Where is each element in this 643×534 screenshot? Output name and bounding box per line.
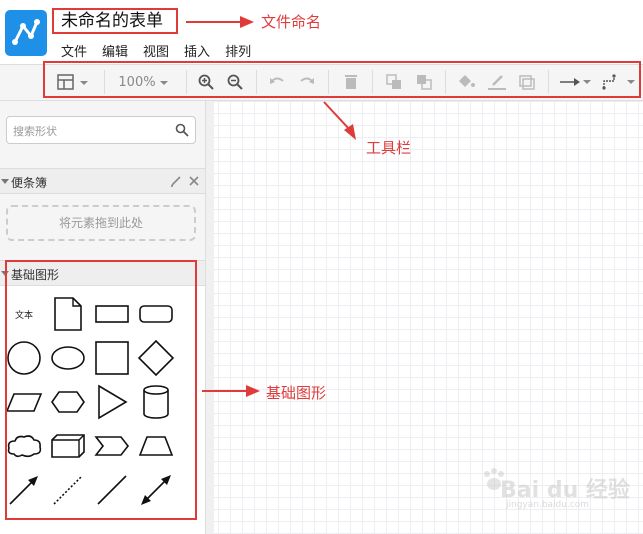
menu-edit[interactable]: 编辑 bbox=[102, 41, 128, 60]
annotation-arrow-filename bbox=[186, 16, 254, 28]
scratchpad-title: 便条簿 bbox=[11, 176, 48, 190]
scratchpad-dropzone[interactable]: 将元素拖到此处 bbox=[6, 205, 196, 241]
annotation-basic-shapes: 基础图形 bbox=[266, 384, 327, 402]
search-placeholder: 搜索形状 bbox=[13, 125, 57, 138]
menu-bar: 文件 编辑 视图 插入 排列 bbox=[61, 41, 266, 60]
menu-insert[interactable]: 插入 bbox=[184, 41, 210, 60]
edit-pencil-icon[interactable] bbox=[170, 175, 182, 187]
chevron-down-icon bbox=[1, 179, 9, 184]
canvas-gutter bbox=[206, 101, 214, 534]
watermark-sub: jingyan.baidu.com bbox=[506, 500, 590, 510]
menu-view[interactable]: 视图 bbox=[143, 41, 169, 60]
watermark: Bai du 经验 jingyan.baidu.com bbox=[480, 458, 640, 518]
annotation-arrow-toolbar bbox=[323, 101, 356, 140]
annotation-arrow-basic-shapes bbox=[202, 385, 260, 397]
annotation-shapes-highlight bbox=[5, 260, 197, 520]
annotation-filename: 文件命名 bbox=[261, 13, 322, 31]
search-input[interactable]: 搜索形状 bbox=[6, 116, 196, 144]
close-icon[interactable] bbox=[188, 175, 200, 187]
annotation-toolbar: 工具栏 bbox=[366, 139, 412, 157]
search-icon bbox=[175, 123, 189, 137]
menu-arrange[interactable]: 排列 bbox=[225, 41, 251, 60]
scratchpad-header[interactable]: 便条簿 bbox=[0, 168, 205, 194]
menu-file[interactable]: 文件 bbox=[61, 41, 87, 60]
document-title[interactable]: 未命名的表单 bbox=[52, 8, 178, 34]
app-logo bbox=[5, 10, 47, 56]
annotation-toolbar-highlight bbox=[43, 61, 641, 98]
